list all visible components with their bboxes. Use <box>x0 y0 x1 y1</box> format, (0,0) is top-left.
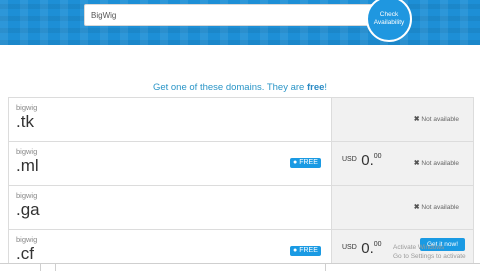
domain-name: bigwig <box>16 191 38 200</box>
price-currency: USD <box>342 156 357 163</box>
domain-row: bigwig .ml ● FREE USD 0.00 ✖ Not availab… <box>9 142 473 186</box>
check-availability-label-1: Check <box>379 11 399 18</box>
domain-name: bigwig <box>16 147 38 156</box>
domain-cell: bigwig .ga <box>9 186 331 229</box>
availability-status: ✖ Not available <box>414 203 459 211</box>
price: USD 0.00 <box>342 240 382 258</box>
headline-emphasis: free <box>306 82 325 93</box>
price-amount: 0. <box>361 152 374 169</box>
status-label: Not available <box>421 116 459 123</box>
price-cents: 00 <box>373 153 382 160</box>
availability-status: ✖ Not available <box>414 159 459 167</box>
domain-tld: .ml <box>16 156 39 175</box>
availability-status: ✖ Not available <box>414 115 459 123</box>
free-badge-label: FREE <box>299 159 318 166</box>
domain-cell: bigwig .ml ● FREE <box>9 142 331 185</box>
headline-prefix: Get one of these domains. They are <box>152 82 307 93</box>
price-cell: ✖ Not available <box>331 98 473 141</box>
free-badge: ● FREE <box>290 158 321 168</box>
domain-row: bigwig .tk ✖ Not available <box>9 98 473 142</box>
hero-banner: Check Availability <box>0 0 480 45</box>
activate-windows-watermark: Activate Windows Go to Settings to activ… <box>393 243 466 261</box>
status-label: Not available <box>421 160 459 167</box>
domain-search-input[interactable] <box>84 4 374 26</box>
price-amount: 0. <box>361 240 374 257</box>
domain-cell: bigwig .tk <box>9 98 331 141</box>
unavailable-x-icon: ✖ <box>413 116 420 123</box>
unavailable-x-icon: ✖ <box>413 204 420 211</box>
watermark-line1: Activate Windows <box>393 244 445 251</box>
headline-suffix: ! <box>324 82 328 93</box>
domain-name: bigwig <box>16 235 38 244</box>
domain-tld: .ga <box>16 200 40 219</box>
free-badge-label: FREE <box>299 247 318 254</box>
price: USD 0.00 <box>342 152 382 170</box>
domain-tld: .cf <box>16 244 34 263</box>
price-cell: ✖ Not available <box>331 186 473 229</box>
check-availability-label-2: Availability <box>373 19 405 26</box>
free-domains-headline: Get one of these domains. They are free! <box>0 82 480 93</box>
watermark-line2: Go to Settings to activate <box>393 253 466 260</box>
price-cents: 00 <box>373 241 382 248</box>
price-currency: USD <box>342 244 357 251</box>
domain-row: bigwig .ga ✖ Not available <box>9 186 473 230</box>
unavailable-x-icon: ✖ <box>413 160 420 167</box>
free-badge: ● FREE <box>290 246 321 256</box>
price-cell: USD 0.00 ✖ Not available <box>331 142 473 185</box>
status-label: Not available <box>421 204 459 211</box>
domain-tld: .tk <box>16 112 34 131</box>
domain-name: bigwig <box>16 103 38 112</box>
